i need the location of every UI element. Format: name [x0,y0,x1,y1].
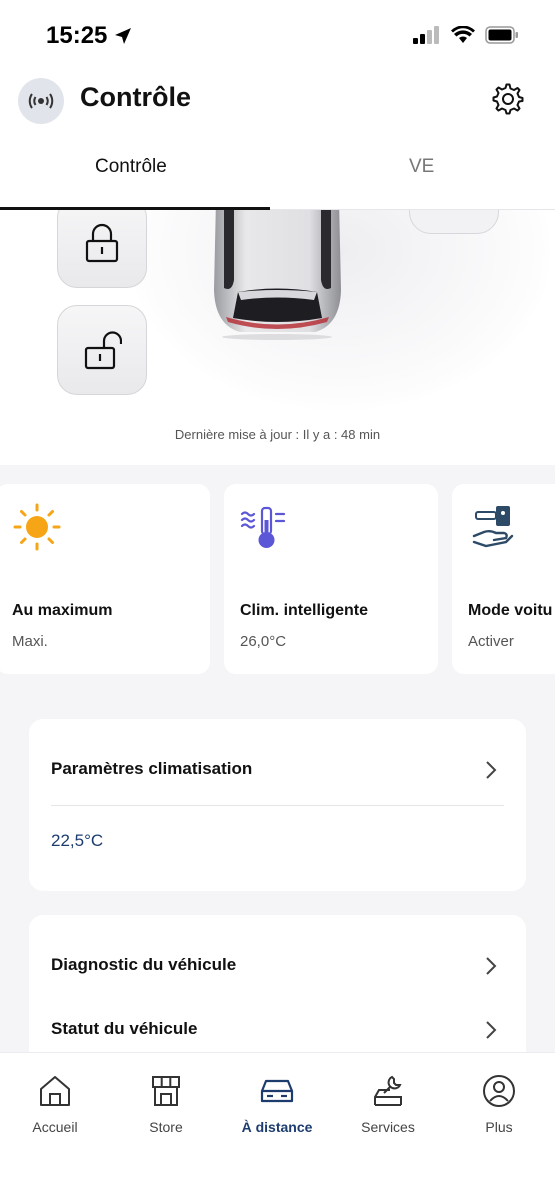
lock-closed-icon [85,223,119,263]
services-icon [374,1075,402,1106]
tab-bar: Contrôle VE [0,130,555,210]
wifi-icon [451,26,475,43]
vehicle-diagnostic-row[interactable]: Diagnostic du véhicule [51,955,236,975]
nav-label: Accueil [32,1119,78,1135]
battery-icon [485,26,518,44]
climate-settings-panel: Paramètres climatisation 22,5°C [29,719,526,891]
lock-open-icon [84,331,122,370]
vehicle-status-row[interactable]: Statut du véhicule [51,1019,197,1039]
nav-services[interactable]: Services [338,1073,438,1135]
store-icon [152,1076,180,1106]
chevron-right-icon[interactable] [484,759,498,781]
sun-icon [13,503,61,551]
chevron-right-icon[interactable] [484,955,498,977]
valet-hand-icon [472,506,514,548]
tab-controle[interactable]: Contrôle [95,156,167,178]
climate-temperature: 22,5°C [51,831,104,850]
nav-label: À distance [241,1119,313,1135]
bottom-nav: Accueil Store À distance Services Plus [0,1052,555,1200]
page-title: Contrôle [80,82,191,112]
signal-icon [413,26,439,44]
card-title: Clim. intelligente [240,602,369,619]
nav-label: Plus [485,1119,513,1135]
card-smart-climate[interactable]: Clim. intelligente 26,0°C [224,484,438,674]
nav-label: Services [361,1119,415,1135]
card-title: Mode voitu [468,602,553,619]
status-time: 15:25 [46,22,133,50]
unlock-button[interactable] [57,305,147,395]
gear-icon[interactable] [491,82,525,116]
nav-accueil[interactable]: Accueil [5,1073,105,1135]
nav-a-distance[interactable]: À distance [227,1073,327,1135]
climate-cards: Au maximum Maxi. Clim. intelligente 26,0… [0,484,555,674]
chevron-right-icon[interactable] [484,1019,498,1041]
clock: 15:25 [46,22,108,49]
card-valet-mode[interactable]: Mode voitu Activer [452,484,555,674]
remote-action-button[interactable] [409,210,499,234]
thermometer-icon [240,506,286,548]
last-update-text: Dernière mise à jour : Il y a : 48 min [174,427,381,442]
app-header: Contrôle [0,70,555,130]
car-image [214,210,341,340]
climate-settings-row[interactable]: Paramètres climatisation [51,759,252,779]
nav-plus[interactable]: Plus [449,1073,549,1135]
card-max-climate[interactable]: Au maximum Maxi. [0,484,210,674]
lock-button[interactable] [57,210,147,288]
card-subtitle: Maxi. [12,633,48,650]
vehicle-menu-panel: Diagnostic du véhicule Statut du véhicul… [29,915,526,1065]
divider [51,805,504,806]
nav-label: Store [149,1119,183,1135]
profile-icon [483,1075,515,1107]
status-bar: 15:25 [0,0,555,70]
card-title: Au maximum [12,602,113,619]
nav-store[interactable]: Store [116,1073,216,1135]
vehicle-scene: Dernière mise à jour : Il y a : 48 min [0,210,555,465]
remote-signal-icon [18,78,64,124]
car-icon [260,1079,294,1103]
location-arrow-icon [115,28,132,44]
home-icon [40,1076,70,1106]
status-icons [413,26,519,44]
tab-ve[interactable]: VE [409,156,434,178]
card-subtitle: 26,0°C [240,633,287,650]
card-subtitle: Activer [468,633,514,650]
